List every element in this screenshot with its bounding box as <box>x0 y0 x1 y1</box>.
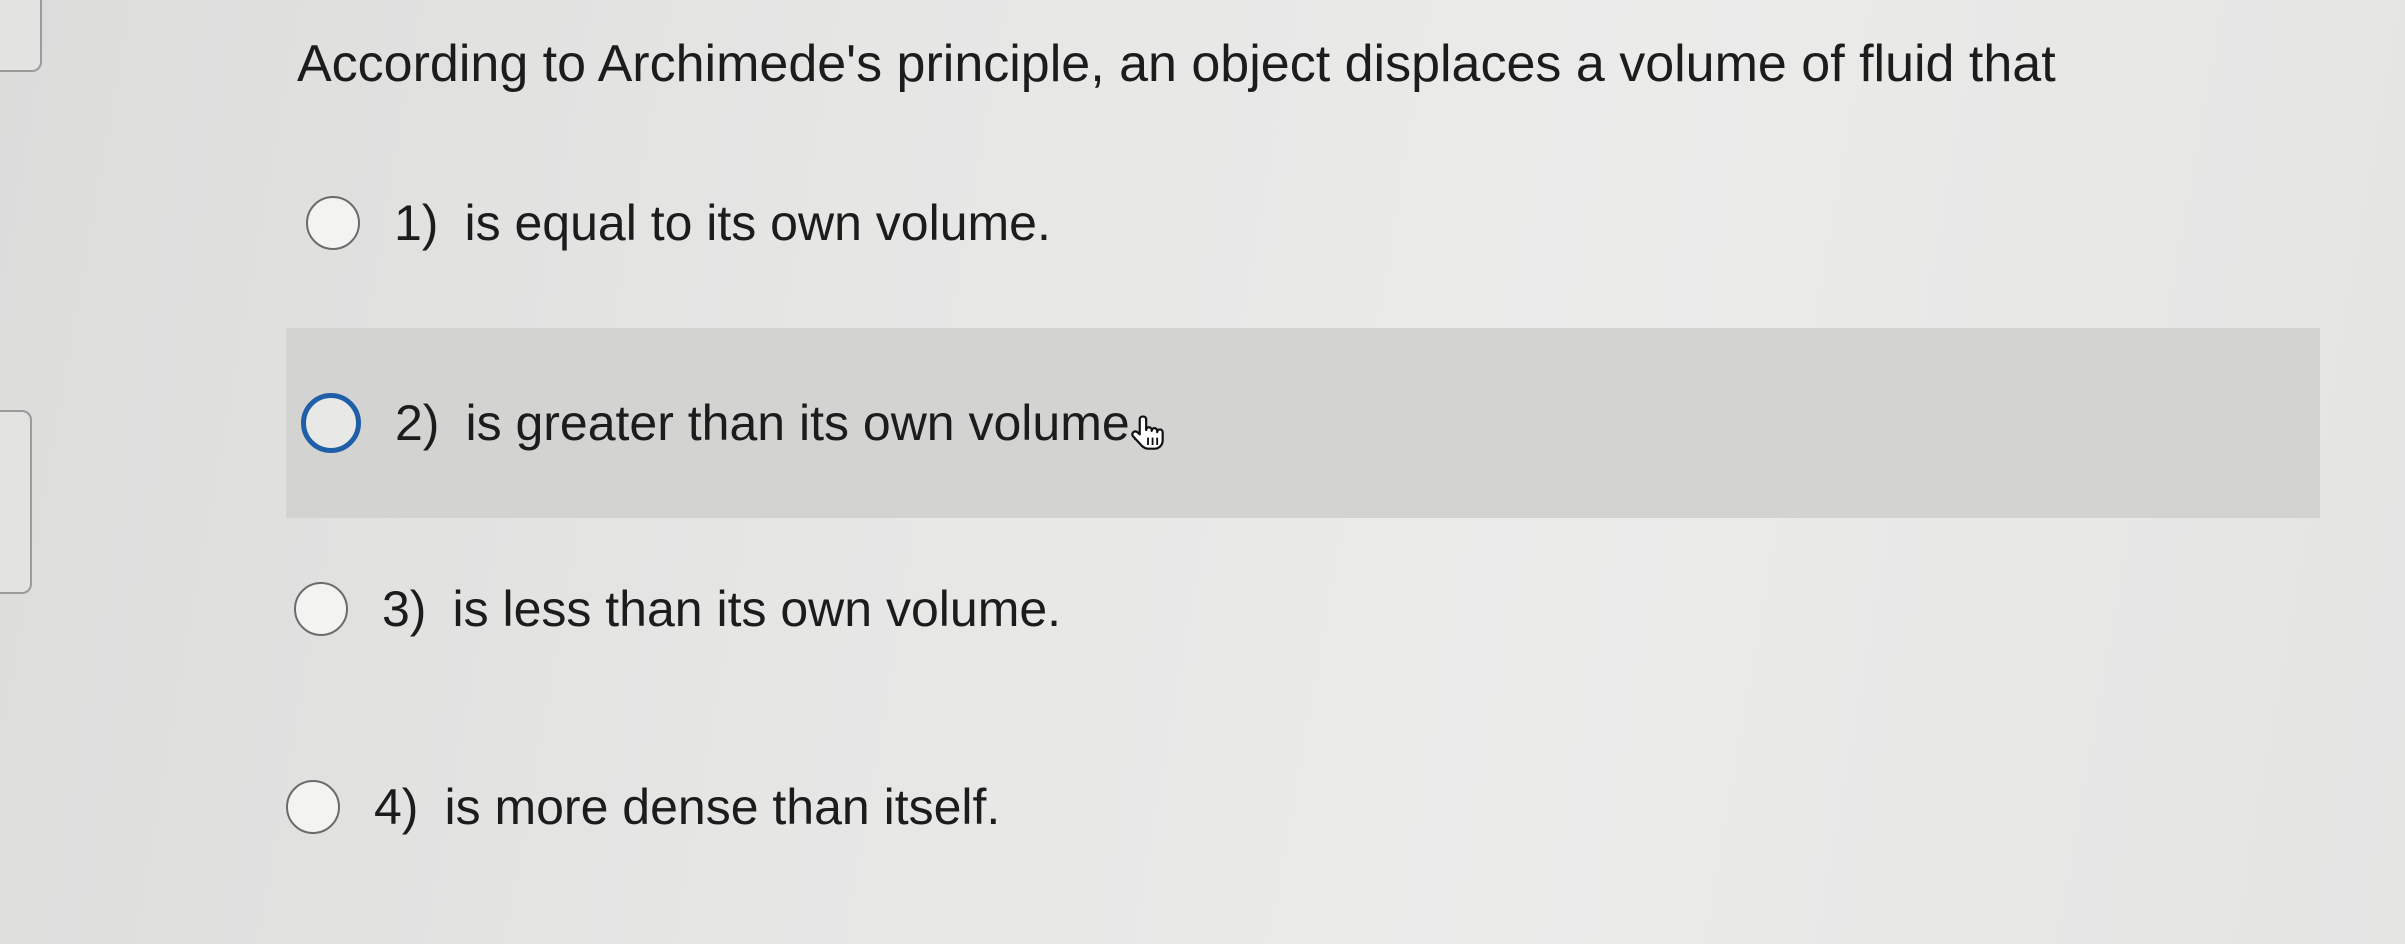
left-edge-panel-middle <box>0 410 32 594</box>
answer-option-3[interactable]: 3) is less than its own volume. <box>294 580 1061 638</box>
hand-pointer-icon <box>1131 415 1164 450</box>
answer-option-4[interactable]: 4) is more dense than itself. <box>286 778 1000 836</box>
option-1-label: is equal to its own volume. <box>464 195 1051 251</box>
answer-option-2[interactable]: 2) is greater than its own volume. <box>286 328 2320 518</box>
option-4-number: 4) <box>374 779 419 835</box>
left-edge-panel-top <box>0 0 42 72</box>
radio-button-option-2[interactable] <box>301 393 361 453</box>
option-4-label: is more dense than itself. <box>444 779 1001 835</box>
radio-button-option-4[interactable] <box>286 780 340 834</box>
radio-button-option-3[interactable] <box>294 582 348 636</box>
option-3-label: is less than its own volume. <box>452 581 1062 637</box>
option-1-number: 1) <box>394 195 439 251</box>
option-3-number: 3) <box>382 581 427 637</box>
answer-option-1[interactable]: 1) is equal to its own volume. <box>306 194 1051 252</box>
option-2-number: 2) <box>395 395 440 451</box>
option-2-label: is greater than its own volume. <box>465 395 1144 451</box>
question-text: According to Archimede's principle, an o… <box>297 35 2056 93</box>
radio-button-option-1[interactable] <box>306 196 360 250</box>
